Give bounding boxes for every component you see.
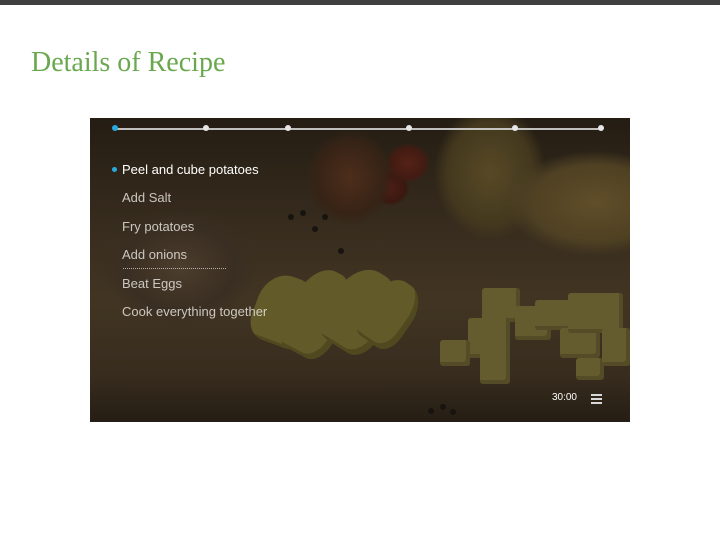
timer-readout: 30:00 — [551, 392, 577, 403]
step-label: Beat Eggs — [122, 275, 182, 291]
step-label: Fry potatoes — [122, 218, 195, 234]
timeline-step-2-dot[interactable] — [203, 125, 209, 131]
step-item[interactable]: Cook everything together — [90, 302, 390, 330]
hamburger-menu-icon[interactable] — [591, 394, 602, 404]
step-label: Add Salt — [122, 190, 172, 206]
timeline-step-5-dot[interactable] — [512, 125, 518, 131]
step-item[interactable]: Peel and cube potatoes — [90, 160, 390, 188]
progress-timeline[interactable] — [115, 128, 601, 130]
active-step-bullet-icon — [112, 167, 117, 172]
step-label: Cook everything together — [122, 303, 268, 319]
page-title: Details of Recipe — [31, 47, 226, 78]
timeline-step-4-dot[interactable] — [406, 125, 412, 131]
recipe-step-list: Peel and cube potatoes Add Salt Fry pota… — [90, 160, 390, 330]
step-label: Peel and cube potatoes — [122, 162, 259, 177]
step-item[interactable]: Add Salt — [90, 188, 390, 216]
step-item[interactable]: Add onions — [90, 245, 390, 273]
step-item[interactable]: Beat Eggs — [90, 274, 390, 302]
step-label: Add onions — [122, 247, 188, 263]
dotted-divider — [123, 268, 226, 269]
recipe-video-panel[interactable]: Peel and cube potatoes Add Salt Fry pota… — [90, 118, 630, 422]
top-bar — [0, 0, 720, 5]
timeline-step-6-dot[interactable] — [598, 125, 604, 131]
timeline-step-3-dot[interactable] — [285, 125, 291, 131]
timeline-step-1-dot[interactable] — [112, 125, 118, 131]
step-item[interactable]: Fry potatoes — [90, 217, 390, 245]
